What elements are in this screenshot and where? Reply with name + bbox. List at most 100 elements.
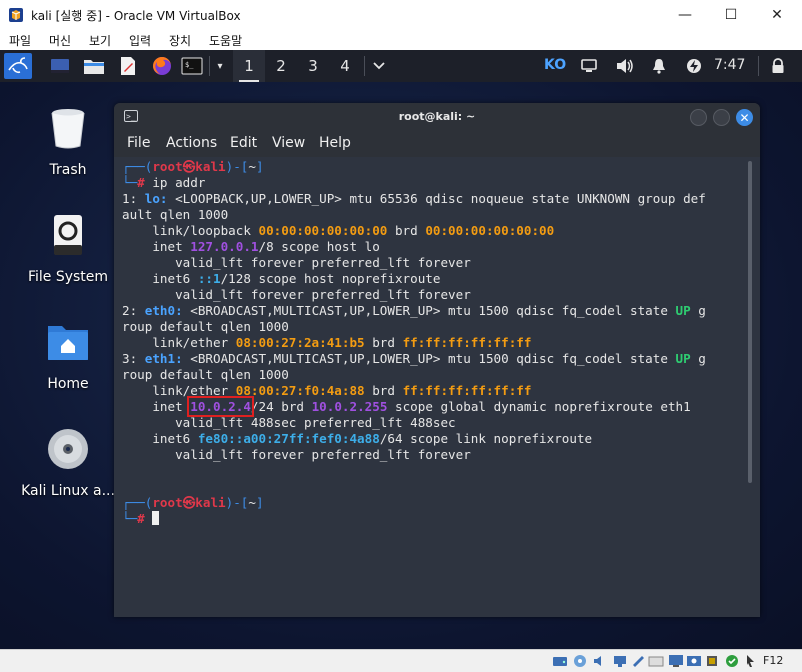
terminal-text: valid_lft forever preferred_lft forever [122, 447, 471, 462]
menu-help[interactable]: 도움말 [209, 32, 242, 49]
terminal-menu-help[interactable]: Help [319, 135, 351, 151]
desktop-icon-kali-linux-disc[interactable]: Kali Linux a... [13, 427, 123, 499]
menu-input[interactable]: 입력 [129, 32, 151, 49]
terminal-menu-actions[interactable]: Actions [166, 135, 217, 151]
terminal-text: 08:00:27:2a:41:b5 [235, 335, 365, 350]
guest-screen[interactable]: $_ ▾ 1 2 3 4 KO 7:47 Trash File System H… [0, 50, 802, 649]
terminal-line: valid_lft forever preferred_lft forever [122, 447, 706, 463]
launcher-dropdown-button[interactable]: ▾ [214, 55, 226, 77]
firefox-launcher[interactable] [150, 55, 174, 77]
workspace-3[interactable]: 3 [297, 50, 329, 82]
terminal-icon: $_ [181, 57, 203, 75]
panel-clock[interactable]: 7:47 [714, 57, 745, 73]
prompt-host: kali [195, 159, 226, 174]
hard-disk-status-icon[interactable] [552, 654, 568, 668]
text-editor-launcher[interactable] [116, 55, 140, 77]
workspace-1[interactable]: 1 [233, 50, 265, 82]
close-icon: ✕ [739, 110, 750, 125]
terminal-menubar: File Actions Edit View Help [114, 131, 760, 157]
desktop-icon-home[interactable]: Home [13, 320, 123, 392]
terminal-launcher[interactable]: $_ [180, 55, 204, 77]
terminal-text: valid_lft forever preferred_lft forever [122, 287, 471, 302]
workspace-2[interactable]: 2 [265, 50, 297, 82]
notifications-button[interactable] [648, 55, 670, 77]
terminal-text: roup default qlen 1000 [122, 367, 289, 382]
cpu-status-icon[interactable] [704, 654, 720, 668]
prompt-frame: └─ [122, 175, 138, 190]
terminal-text: ff:ff:ff:ff:ff:ff [402, 383, 532, 398]
terminal-title-bar[interactable]: >_ root@kali: ~ ✕ [114, 103, 760, 131]
terminal-menu-view[interactable]: View [272, 135, 305, 151]
menu-file[interactable]: 파일 [9, 32, 31, 49]
terminal-text: link/loopback [122, 223, 259, 238]
terminal-text: eth0: [144, 303, 183, 318]
desktop-icon-label: Kali Linux a... [21, 483, 115, 499]
prompt-symbol: # [137, 511, 145, 526]
recording-status-icon[interactable] [686, 654, 702, 668]
minimize-button[interactable]: — [662, 0, 708, 30]
terminal-line: valid_lft forever preferred_lft forever [122, 255, 706, 271]
minimize-icon: — [678, 7, 692, 23]
guest-additions-status-icon[interactable] [724, 654, 740, 668]
desktop-icon-label: File System [27, 269, 109, 285]
speaker-icon [617, 59, 633, 73]
terminal-text: inet [122, 399, 191, 414]
audio-status-icon[interactable] [592, 654, 608, 668]
volume-button[interactable] [614, 55, 636, 77]
terminal-scrollbar[interactable] [748, 161, 752, 483]
menu-machine[interactable]: 머신 [49, 32, 71, 49]
menu-devices[interactable]: 장치 [169, 32, 191, 49]
terminal-text: lo: [144, 191, 168, 206]
window-list-button[interactable] [370, 55, 388, 77]
network-status-icon[interactable] [612, 654, 628, 668]
terminal-menu-file[interactable]: File [127, 135, 150, 151]
show-desktop-button[interactable] [48, 55, 72, 77]
display-status-icon[interactable] [668, 654, 684, 668]
terminal-command: ip addr [144, 175, 206, 190]
maximize-button[interactable]: ☐ [708, 0, 754, 30]
terminal-menu-edit[interactable]: Edit [230, 135, 257, 151]
bell-icon [653, 59, 665, 74]
keyboard-layout-indicator[interactable]: KO [544, 57, 566, 73]
prompt-dir: ~ [248, 495, 256, 510]
terminal-maximize-button[interactable] [713, 109, 730, 126]
usb-status-icon[interactable] [630, 654, 646, 668]
terminal-cursor [152, 511, 160, 525]
highlighted-ip-address: 10.0.2.4 [187, 396, 254, 417]
terminal-text: <BROADCAST,MULTICAST,UP,LOWER_UP> mtu 15… [182, 303, 676, 318]
terminal-text: fe80::a00:27ff:fef0:4a88 [197, 431, 380, 446]
folder-icon [84, 60, 104, 74]
close-button[interactable]: ✕ [754, 0, 800, 30]
workspace-4[interactable]: 4 [329, 50, 361, 82]
firefox-icon [153, 57, 171, 75]
kali-top-panel: $_ ▾ 1 2 3 4 KO 7:47 [0, 50, 802, 82]
terminal-line: link/ether 08:00:27:2a:41:b5 brd ff:ff:f… [122, 335, 706, 351]
desktop-icon-trash[interactable]: Trash [13, 106, 123, 178]
terminal-window[interactable]: >_ root@kali: ~ ✕ File Actions Edit View… [114, 103, 760, 617]
vbox-status-bar: F12 [0, 649, 802, 672]
host-key-label: F12 [763, 654, 784, 667]
file-manager-launcher[interactable] [82, 55, 106, 77]
screen-capture-button[interactable] [578, 55, 600, 77]
panel-separator [209, 56, 210, 76]
lock-icon [772, 58, 784, 73]
menu-view[interactable]: 보기 [89, 32, 111, 49]
power-bolt-icon [687, 59, 701, 73]
mouse-integration-status-icon[interactable] [742, 654, 758, 668]
terminal-text: 127.0.0.1 [190, 239, 259, 254]
svg-text:$_: $_ [185, 61, 194, 69]
shared-folders-status-icon[interactable] [648, 654, 664, 668]
terminal-text: g [690, 303, 706, 318]
desktop-icon-file-system[interactable]: File System [13, 213, 123, 285]
terminal-close-button[interactable]: ✕ [736, 109, 753, 126]
kali-menu-button[interactable] [4, 53, 32, 79]
terminal-output-area[interactable]: ┌──(root㉿kali)-[~] └─# ip addr 1: lo: <LOO… [114, 157, 760, 617]
terminal-minimize-button[interactable] [690, 109, 707, 126]
power-manager-button[interactable] [683, 55, 705, 77]
lock-screen-button[interactable] [768, 55, 788, 77]
optical-drive-status-icon[interactable] [572, 654, 588, 668]
desktop-icon-label: Home [47, 376, 89, 392]
virtualbox-app-icon [9, 8, 23, 22]
